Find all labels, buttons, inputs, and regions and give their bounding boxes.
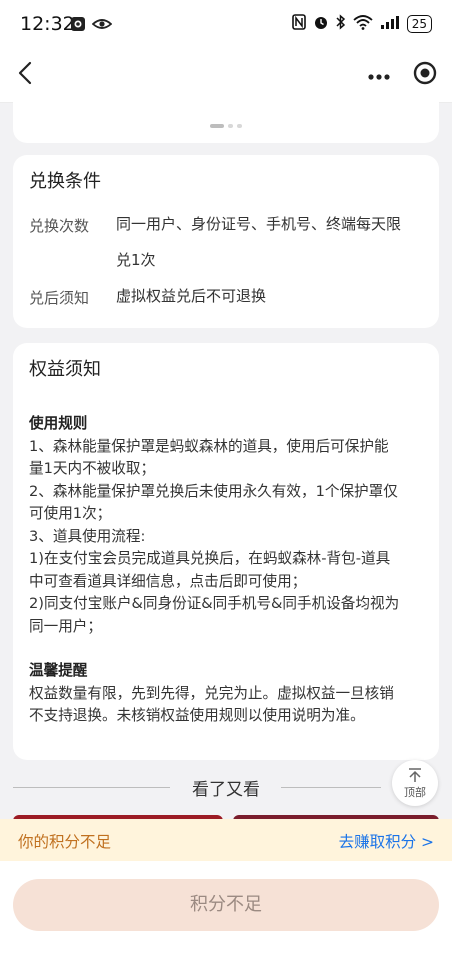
after-exchange-label: 兑后须知 (29, 289, 90, 307)
banner-card (13, 95, 439, 143)
exchange-count-value: 同一用户、身份证号、手机号、终端每天限 兑1次 (116, 215, 402, 269)
more-icon (367, 66, 391, 85)
back-button[interactable] (10, 60, 40, 90)
tips-heading: 温馨提醒 (29, 662, 88, 679)
signal-icon (380, 14, 400, 34)
back-to-top-label: 顶部 (404, 786, 426, 799)
battery-indicator: 25 (406, 15, 432, 33)
usage-rules-heading: 使用规则 (29, 415, 88, 432)
exchange-count-label: 兑换次数 (29, 217, 90, 235)
usage-rule-line: 中可查看道具详细信息，点击后即可使用； (29, 572, 307, 590)
alarm-icon (313, 14, 329, 34)
carousel-dot (228, 124, 233, 128)
usage-rule-line: 2)同支付宝账户&同身份证&同手机号&同手机设备均视为 (29, 595, 400, 612)
camera-icon (70, 16, 86, 36)
record-icon (413, 61, 437, 89)
carousel-dots (13, 124, 439, 128)
exchange-conditions-title: 兑换条件 (29, 171, 101, 192)
tips-line: 不支持退换。未核销权益使用规则以使用说明为准。 (29, 707, 365, 724)
usage-rule-line: 量1天内不被收取； (29, 460, 156, 477)
eye-icon (91, 16, 113, 36)
close-miniapp-button[interactable] (410, 60, 440, 90)
divider-line-right (281, 787, 381, 788)
usage-rule-line: 2、森林能量保护罩兑换后未使用永久有效，1个保护罩仅 (29, 482, 398, 500)
footer: 积分不足 (0, 861, 452, 971)
exchange-button-disabled[interactable]: 积分不足 (13, 879, 439, 931)
status-left-icons (70, 16, 113, 36)
bluetooth-icon (336, 14, 346, 34)
chevron-left-icon (17, 61, 33, 89)
back-to-top-button[interactable]: 顶部 (392, 760, 438, 806)
wifi-icon (353, 14, 373, 34)
after-exchange-value: 虚拟权益兑后不可退换 (116, 287, 267, 305)
more-button[interactable] (364, 60, 394, 90)
usage-rule-line: 同一用户； (29, 617, 102, 635)
points-bar: 你的积分不足 去赚取积分 > (0, 819, 452, 861)
rights-notice-card: 权益须知 使用规则 1、森林能量保护罩是蚂蚁森林的道具，使用后可保护能 量1天内… (13, 343, 439, 760)
usage-rule-line: 3、道具使用流程: (29, 527, 146, 545)
usage-rule-line: 可使用1次； (29, 505, 112, 522)
status-right-icons: 25 (291, 14, 432, 34)
recommend-divider: 看了又看 (13, 770, 439, 804)
usage-rule-line: 1)在支付宝会员完成道具兑换后，在蚂蚁森林-背包-道具 (29, 550, 391, 567)
rights-notice-title: 权益须知 (29, 359, 101, 380)
rights-notice-body: 使用规则 1、森林能量保护罩是蚂蚁森林的道具，使用后可保护能 量1天内不被收取；… (29, 413, 429, 728)
exchange-conditions-card: 兑换条件 兑换次数 同一用户、身份证号、手机号、终端每天限 兑1次 兑后须知 虚… (13, 155, 439, 328)
carousel-dot-active (210, 124, 224, 128)
points-insufficient-message: 你的积分不足 (18, 833, 112, 851)
carousel-dot (237, 124, 242, 128)
tips-line: 权益数量有限，先到先得，兑完为止。虚拟权益一旦核销 (29, 684, 394, 702)
earn-points-link[interactable]: 去赚取积分 > (339, 830, 434, 852)
status-bar: 12:32 25 (0, 0, 452, 50)
usage-rule-line: 1、森林能量保护罩是蚂蚁森林的道具，使用后可保护能 (29, 437, 389, 455)
nfc-icon (291, 14, 306, 34)
status-time: 12:32 (20, 13, 75, 35)
